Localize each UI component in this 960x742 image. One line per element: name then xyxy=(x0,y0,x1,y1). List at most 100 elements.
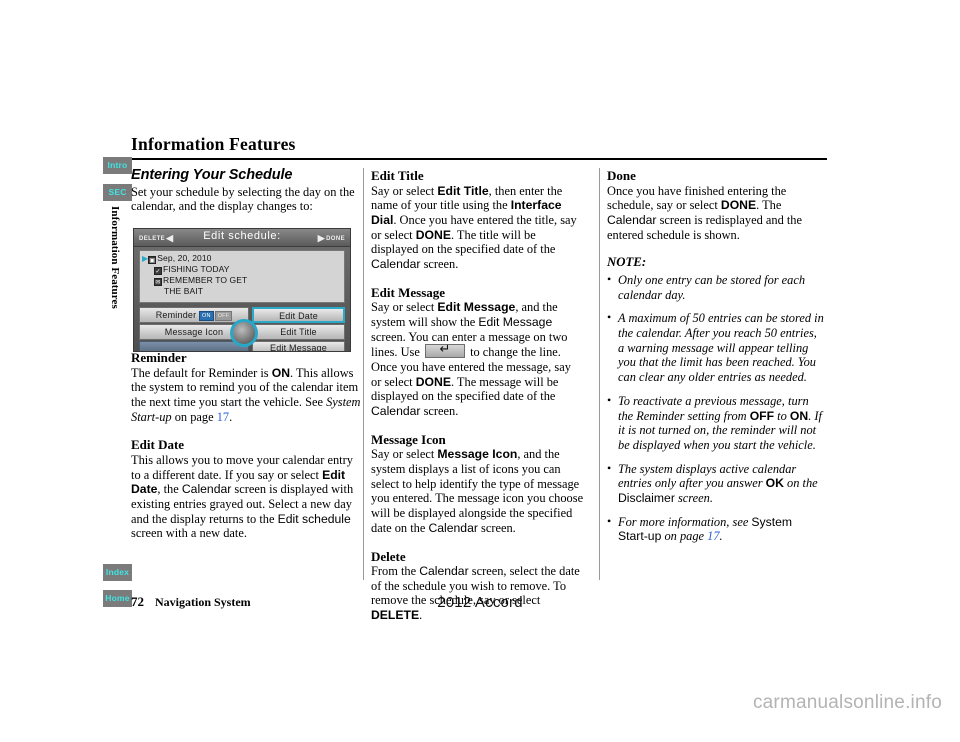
value-on: ON xyxy=(789,408,809,423)
text-frag: on page xyxy=(171,409,217,424)
text-frag: Say or select xyxy=(371,300,438,315)
check-icon: ✓ xyxy=(154,267,162,275)
text-frag: This allows you to move your calendar en… xyxy=(131,452,353,482)
note-title: NOTE: xyxy=(607,255,647,270)
ui-label-edit-message: Edit Message xyxy=(437,300,516,315)
sidebar-tab-intro[interactable]: Intro xyxy=(103,157,132,174)
note-item: The system displays active calendar entr… xyxy=(607,461,825,506)
subheading-reminder: Reminder xyxy=(131,350,187,365)
subheading-done: Done xyxy=(607,168,636,183)
list-item-label: THE BAIT xyxy=(164,286,204,296)
column-divider-2 xyxy=(599,168,600,580)
list-item-label: REMEMBER TO GET xyxy=(163,275,248,285)
note-item: A maximum of 50 entries can be stored in… xyxy=(607,310,825,385)
text-frag: screen with a new date. xyxy=(131,526,247,541)
nav-button-edit-message[interactable]: Edit Message xyxy=(252,341,345,351)
nav-schedule-list: ▶▣ Sep, 20, 2010 ✓ FISHING TODAY ✉ REMEMBER… xyxy=(139,250,345,303)
nav-done-button[interactable]: ▶DONE xyxy=(318,233,345,244)
text-frag: screen. xyxy=(477,520,516,535)
manual-page: Information Features Intro SEC Index Hom… xyxy=(0,0,960,742)
nav-button-edit-title[interactable]: Edit Title xyxy=(252,324,345,340)
text-frag: Say or select xyxy=(371,183,438,198)
note-item: For more information, see System Start-u… xyxy=(607,514,825,544)
list-item-label: Sep, 20, 2010 xyxy=(157,253,212,263)
text-frag: on the xyxy=(783,476,818,491)
text-frag: . xyxy=(229,409,233,424)
ui-label-disclaimer: Disclaimer xyxy=(618,491,675,506)
ui-label-calendar: Calendar xyxy=(371,257,421,272)
text-frag: For more information, see xyxy=(618,514,752,529)
text-frag: on page xyxy=(661,529,708,544)
text-frag: screen. xyxy=(420,404,459,419)
text-frag: screen. xyxy=(420,257,459,272)
subheading-message-icon: Message Icon xyxy=(371,431,446,447)
enter-key-icon xyxy=(424,342,465,359)
paragraph-edit-title: Say or select Edit Title, then enter the… xyxy=(371,184,584,272)
text-frag: . The xyxy=(756,198,782,213)
text-frag: to xyxy=(774,408,790,423)
subheading-edit-title: Edit Title xyxy=(371,168,424,183)
nav-done-label: DONE xyxy=(326,236,345,242)
list-item[interactable]: ✉ REMEMBER TO GET xyxy=(142,275,344,286)
ui-label-done: DONE xyxy=(720,198,757,213)
paragraph-intro: Set your schedule by selecting the day o… xyxy=(131,184,355,214)
toggle-off-pill[interactable]: OFF xyxy=(214,311,233,321)
column-right: Done Once you have finished entering the… xyxy=(607,168,825,553)
message-icon: ✉ xyxy=(154,278,162,286)
ui-label-calendar: Calendar xyxy=(607,212,657,227)
list-item-label: FISHING TODAY xyxy=(163,264,230,274)
column-left: Entering Your Schedule Set your schedule… xyxy=(131,168,363,541)
note-item: To reactivate a previous message, turn t… xyxy=(607,393,825,453)
subheading-edit-message: Edit Message xyxy=(371,284,446,300)
text-frag: The default for Reminder is xyxy=(131,365,272,380)
navigation-screen-image: DELETE◀ Edit schedule: ▶DONE ▶▣ Sep, 20, … xyxy=(133,228,351,352)
ui-label-calendar: Calendar xyxy=(181,482,232,497)
value-off: OFF xyxy=(749,408,775,423)
text-frag: , the xyxy=(157,482,182,497)
subheading-edit-date: Edit Date xyxy=(131,437,185,453)
sidebar-tab-index[interactable]: Index xyxy=(103,564,132,581)
page-title: Information Features xyxy=(131,134,296,154)
toggle-on-pill[interactable]: ON xyxy=(199,311,214,321)
text-frag: A maximum of 50 entries can be stored in… xyxy=(618,311,824,385)
list-item[interactable]: ▶▣ Sep, 20, 2010 xyxy=(142,253,344,264)
title-divider xyxy=(131,158,827,160)
column-divider-1 xyxy=(363,168,364,580)
ui-label-calendar: Calendar xyxy=(371,404,421,419)
ui-label-edit-schedule: Edit schedule xyxy=(277,511,351,526)
paragraph-edit-message: Say or select Edit Message, and the syst… xyxy=(371,300,584,419)
column-middle: Edit Title Say or select Edit Title, the… xyxy=(371,168,584,623)
ui-label-calendar: Calendar xyxy=(428,520,478,535)
text-frag: From the xyxy=(371,564,420,579)
page-link[interactable]: 17 xyxy=(707,529,719,543)
interface-dial-icon[interactable] xyxy=(230,319,258,347)
sidebar-tab-sec[interactable]: SEC xyxy=(103,184,132,201)
section-heading-entering-your-schedule: Entering Your Schedule xyxy=(131,167,293,183)
footer-model-name: 2012 Accord xyxy=(437,594,523,611)
right-arrow-icon: ▶ xyxy=(317,233,326,243)
calendar-icon: ▣ xyxy=(148,256,157,264)
list-item[interactable]: THE BAIT xyxy=(142,286,344,297)
text-frag: Say or select xyxy=(371,447,438,462)
ui-label-calendar: Calendar xyxy=(419,564,469,579)
paragraph-message-icon: Say or select Message Icon, and the syst… xyxy=(371,447,584,535)
nav-button-edit-date[interactable]: Edit Date xyxy=(252,307,345,323)
ui-label-ok: OK xyxy=(765,476,784,491)
subheading-delete: Delete xyxy=(371,548,406,564)
text-frag: . xyxy=(719,529,723,544)
vertical-section-label: Information Features xyxy=(109,206,121,309)
list-item[interactable]: ✓ FISHING TODAY xyxy=(142,264,344,275)
text-frag: Only one entry can be stored for each ca… xyxy=(618,272,806,302)
page-link[interactable]: 17 xyxy=(217,410,229,424)
nav-blue-strip xyxy=(139,341,249,351)
paragraph-edit-date: This allows you to move your calendar en… xyxy=(131,453,363,541)
value-on: ON xyxy=(271,365,291,380)
watermark-text: carmanualsonline.info xyxy=(752,692,942,713)
nav-button-reminder[interactable]: Reminder ON OFF xyxy=(139,307,249,323)
note-list: Only one entry can be stored for each ca… xyxy=(607,272,825,544)
note-item: Only one entry can be stored for each ca… xyxy=(607,272,825,302)
paragraph-done: Once you have finished entering the sche… xyxy=(607,184,825,243)
paragraph-reminder: The default for Reminder is ON. This all… xyxy=(131,366,363,425)
ui-label-edit-message-screen: Edit Message xyxy=(478,314,553,329)
nav-button-label: Reminder xyxy=(155,310,197,320)
